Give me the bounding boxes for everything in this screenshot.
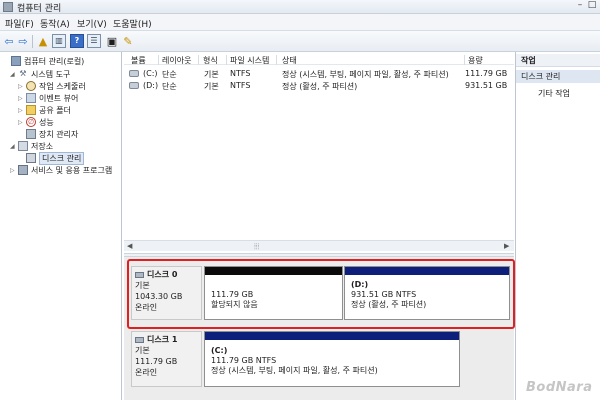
partition-unallocated-status: 할당되지 않음 <box>211 300 258 309</box>
menu-bar: 파일(F) 동작(A) 보기(V) 도움말(H) <box>0 14 600 31</box>
disk-1-size: 111.79 GB <box>135 357 178 366</box>
tree-node-device-manager[interactable]: 장치 관리자 <box>18 128 78 140</box>
column-header-status[interactable]: 상태 <box>282 55 297 66</box>
help-icon[interactable]: ? <box>70 34 84 48</box>
computer-management-icon <box>3 2 13 12</box>
device-manager-icon <box>26 129 36 139</box>
column-header-type[interactable]: 형식 <box>203 55 218 66</box>
storage-icon <box>18 141 28 151</box>
partition-d[interactable]: (D:) 931.51 GB NTFS 정상 (활성, 주 파티션) <box>344 266 510 320</box>
partition-c-status: 정상 (시스템, 부팅, 페이지 파일, 활성, 주 파티션) <box>211 366 378 375</box>
maximize-button[interactable]: □ <box>586 0 598 12</box>
scroll-thumb[interactable]: ⦙⦙⦙ <box>254 242 259 252</box>
shared-folder-icon <box>26 105 36 115</box>
tree-node-services-applications[interactable]: ▷ 서비스 및 응용 프로그램 <box>10 164 112 176</box>
disk-0-type: 기본 <box>135 281 150 290</box>
partition-c-label: (C:) <box>211 346 228 355</box>
volume-icon <box>129 82 139 89</box>
disk-icon <box>135 336 144 343</box>
menu-view[interactable]: 보기(V) <box>77 17 107 30</box>
actions-pane: 작업 디스크 관리 기타 작업 <box>515 52 600 400</box>
back-arrow-icon[interactable]: ⇦ <box>2 34 16 48</box>
volume-row-c[interactable]: (C:) 단순 기본 NTFS 정상 (시스템, 부팅, 페이지 파일, 활성,… <box>124 69 514 80</box>
partition-d-label: (D:) <box>351 280 369 289</box>
column-header-capacity[interactable]: 용량 <box>468 55 483 66</box>
volume-row-d[interactable]: (D:) 단순 기본 NTFS 정상 (활성, 주 파티션) 931.51 GB <box>124 81 514 92</box>
column-header-layout[interactable]: 레이아웃 <box>162 55 191 66</box>
disk-1-label[interactable]: 디스크 1 기본 111.79 GB 온라인 <box>131 331 202 387</box>
disk-graphical-view: 디스크 0 기본 1043.30 GB 온라인 111.79 GB 할당되지 않… <box>124 257 515 400</box>
computer-icon <box>11 56 21 66</box>
window-title: 컴퓨터 관리 <box>17 4 62 14</box>
event-viewer-icon <box>26 93 36 103</box>
minimize-button[interactable]: – <box>574 0 586 12</box>
tree-node-performance[interactable]: ▷ ∅ 성능 <box>18 116 54 128</box>
menu-file[interactable]: 파일(F) <box>5 17 34 30</box>
unallocated-bar <box>205 267 342 275</box>
services-icon <box>18 165 28 175</box>
tree-node-event-viewer[interactable]: ▷ 이벤트 뷰어 <box>18 92 78 104</box>
list-view-icon[interactable]: ☰ <box>87 34 101 48</box>
primary-partition-bar <box>345 267 509 275</box>
scroll-left-icon[interactable]: ◀ <box>127 242 132 250</box>
up-folder-icon[interactable]: ▲ <box>36 34 50 48</box>
partition-c[interactable]: (C:) 111.79 GB NTFS 정상 (시스템, 부팅, 페이지 파일,… <box>204 331 460 387</box>
column-header-filesystem[interactable]: 파일 시스템 <box>230 55 269 66</box>
partition-unallocated[interactable]: 111.79 GB 할당되지 않음 <box>204 266 343 320</box>
horizontal-scrollbar[interactable]: ◀ ⦙⦙⦙ ▶ <box>124 240 514 251</box>
disk-management-pane: 볼륨 레이아웃 형식 파일 시스템 상태 용량 (C:) 단순 기본 NTFS … <box>124 52 515 400</box>
disk-0-size: 1043.30 GB <box>135 292 183 301</box>
forward-arrow-icon[interactable]: ⇨ <box>16 34 30 48</box>
actions-title: 작업 <box>516 54 600 67</box>
tree-node-shared-folders[interactable]: ▷ 공유 폴더 <box>18 104 71 116</box>
disk-1-name: 디스크 1 <box>147 335 178 344</box>
tree-node-system-tools[interactable]: ◢ ⚒ 시스템 도구 <box>10 68 70 80</box>
actions-section-disk-management[interactable]: 디스크 관리 <box>516 70 600 83</box>
disk-icon <box>135 271 144 278</box>
volume-icon <box>129 70 139 77</box>
tree-node-task-scheduler[interactable]: ▷ 작업 스케줄러 <box>18 80 86 92</box>
console-tree: 컴퓨터 관리(로컬) ◢ ⚒ 시스템 도구 ▷ 작업 스케줄러 ▷ 이벤트 뷰어 … <box>0 52 122 400</box>
tree-node-disk-management[interactable]: 디스크 관리 <box>18 151 85 165</box>
menu-help[interactable]: 도움말(H) <box>113 17 152 30</box>
disk-0-name: 디스크 0 <box>147 270 178 279</box>
column-header-volume[interactable]: 볼륨 <box>131 55 146 66</box>
clock-icon <box>26 81 36 91</box>
partition-d-status: 정상 (활성, 주 파티션) <box>351 300 427 309</box>
partition-unallocated-size: 111.79 GB <box>211 290 254 299</box>
disk-1-state: 온라인 <box>135 368 158 377</box>
properties-icon[interactable]: ▣ <box>105 34 119 48</box>
actions-more-actions[interactable]: 기타 작업 <box>538 88 570 99</box>
volume-list-header: 볼륨 레이아웃 형식 파일 시스템 상태 용량 <box>124 55 514 65</box>
disk-0-state: 온라인 <box>135 303 158 312</box>
toolbar: ⇦ ⇨ ▲ ▥ ? ☰ ▣ ✎ <box>0 31 600 52</box>
disk-0-label[interactable]: 디스크 0 기본 1043.30 GB 온라인 <box>131 266 202 320</box>
scroll-right-icon[interactable]: ▶ <box>504 242 509 250</box>
partition-d-size: 931.51 GB NTFS <box>351 290 417 299</box>
menu-action[interactable]: 동작(A) <box>40 17 70 30</box>
performance-icon: ∅ <box>26 117 36 127</box>
watermark-logo: BodNara <box>526 380 593 395</box>
tree-node-computer-management[interactable]: 컴퓨터 관리(로컬) <box>3 55 84 67</box>
export-icon[interactable]: ✎ <box>121 34 135 48</box>
primary-partition-bar <box>205 332 459 340</box>
title-bar: 컴퓨터 관리 – □ <box>0 0 600 14</box>
console-tree-icon[interactable]: ▥ <box>52 34 66 48</box>
tree-node-storage[interactable]: ◢ 저장소 <box>10 140 53 152</box>
disk-management-icon <box>26 153 36 163</box>
disk-1-type: 기본 <box>135 346 150 355</box>
partition-c-size: 111.79 GB NTFS <box>211 356 277 365</box>
tools-icon: ⚒ <box>19 69 27 78</box>
